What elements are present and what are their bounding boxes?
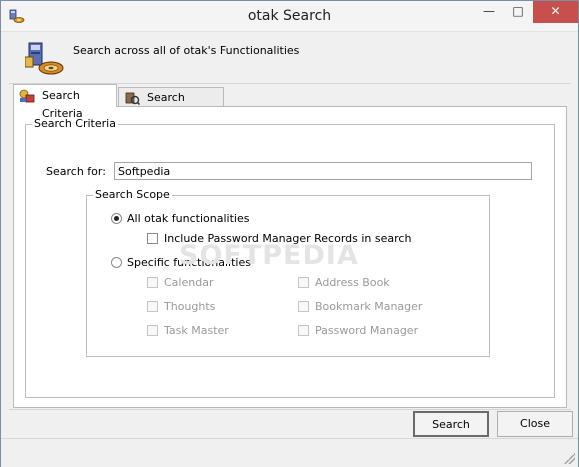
search-input[interactable]	[114, 162, 532, 180]
search-window: otak Search — □ ✕ Search across all of o…	[0, 0, 579, 467]
password-manager-checkbox[interactable]	[298, 325, 309, 336]
results-icon	[125, 92, 140, 105]
maximize-button[interactable]: □	[504, 1, 532, 23]
title-bar: otak Search — □ ✕	[1, 1, 578, 32]
footer-divider	[9, 409, 571, 410]
task-master-label: Task Master	[164, 324, 229, 337]
all-functionalities-radio[interactable]	[111, 213, 122, 224]
header-description: Search across all of otak's Functionalit…	[73, 44, 300, 57]
all-functionalities-label: All otak functionalities	[127, 212, 250, 225]
calendar-label: Calendar	[164, 276, 214, 289]
resize-grip-icon[interactable]	[564, 453, 575, 464]
bookmark-manager-checkbox[interactable]	[298, 301, 309, 312]
watermark: SOFTPEDIA	[179, 240, 359, 271]
scope-group: Search Scope All otak functionalities In…	[86, 188, 490, 357]
search-criteria-panel: Search Criteria Search for: Search Scope…	[13, 106, 567, 408]
bookmark-manager-label: Bookmark Manager	[315, 300, 423, 313]
specific-functionalities-radio[interactable]	[111, 257, 122, 268]
search-label: Search for:	[46, 165, 106, 178]
search-button[interactable]: Search	[413, 411, 489, 437]
address-book-label: Address Book	[315, 276, 390, 289]
password-manager-label: Password Manager	[315, 324, 419, 337]
tab-search-results[interactable]: Search Results	[118, 87, 224, 122]
address-book-checkbox[interactable]	[298, 277, 309, 288]
thoughts-checkbox[interactable]	[147, 301, 158, 312]
scope-legend: Search Scope	[93, 188, 172, 202]
close-button[interactable]: Close	[497, 411, 573, 437]
calendar-checkbox[interactable]	[147, 277, 158, 288]
search-disk-icon	[25, 42, 64, 75]
tab-search-criteria[interactable]: Search Criteria	[13, 84, 117, 120]
criteria-icon	[19, 89, 35, 103]
status-bar	[1, 438, 578, 467]
window-close-button[interactable]: ✕	[533, 1, 578, 23]
task-master-checkbox[interactable]	[147, 325, 158, 336]
minimize-button[interactable]: —	[475, 1, 503, 23]
thoughts-label: Thoughts	[164, 300, 216, 313]
tab-label: Search Criteria	[42, 89, 83, 120]
include-password-manager-checkbox[interactable]	[147, 233, 158, 244]
